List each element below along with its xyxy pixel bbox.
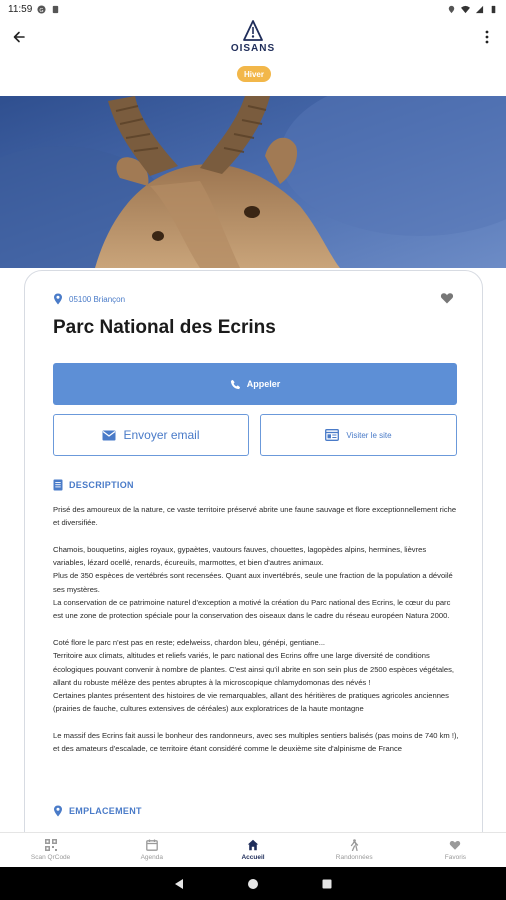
system-recents-icon[interactable]: [321, 878, 333, 890]
oisans-logo-mark: [243, 20, 263, 41]
mail-icon: [102, 430, 116, 440]
back-button[interactable]: [8, 26, 30, 48]
description-paragraph: Prisé des amoureux de la nature, ce vast…: [53, 505, 457, 528]
nav-item-agenda[interactable]: Agenda: [101, 833, 202, 867]
wifi-calling-icon: G: [37, 4, 46, 13]
status-bar: 11:59 G: [0, 0, 506, 18]
description-paragraph: Chamois, bouquetins, aigles royaux, gypa…: [53, 544, 427, 568]
description-paragraph: Le massif des Ecrins fait aussi le bonhe…: [53, 731, 459, 754]
nav-label: Accueil: [241, 854, 265, 861]
hiker-icon: [351, 839, 359, 851]
nav-item-scan-qrcode[interactable]: Scan QrCode: [0, 833, 101, 867]
visit-website-label: Visiter le site: [346, 430, 392, 440]
wifi-icon: [461, 5, 470, 13]
location-section-header: EMPLACEMENT: [53, 805, 142, 817]
status-time: 11:59: [8, 3, 33, 15]
arrow-left-icon: [13, 31, 25, 43]
call-button-label: Appeler: [246, 379, 281, 389]
favorite-heart-icon[interactable]: [440, 291, 454, 305]
hero-image: [0, 96, 506, 268]
map-pin-icon: [54, 293, 62, 305]
qrcode-icon: [44, 839, 57, 851]
home-icon: [247, 839, 259, 851]
nav-item-accueil[interactable]: Accueil: [202, 833, 303, 867]
signal-icon: [475, 5, 484, 13]
more-options-button[interactable]: [476, 26, 498, 48]
call-button[interactable]: Appeler: [53, 363, 457, 405]
place-detail-card: 05100 Briançon Parc National des Ecrins …: [24, 270, 483, 890]
system-back-icon[interactable]: [173, 878, 185, 890]
system-home-icon[interactable]: [247, 878, 259, 890]
description-title: DESCRIPTION: [69, 480, 134, 490]
more-vertical-icon: [485, 30, 489, 44]
location-title: EMPLACEMENT: [69, 806, 142, 816]
location-status-icon: [448, 5, 455, 13]
nav-label: Randonnées: [335, 854, 373, 861]
season-badge: Hiver: [237, 66, 271, 82]
heart-icon: [450, 840, 461, 850]
sim-icon: [53, 5, 59, 13]
place-title: Parc National des Ecrins: [53, 317, 276, 338]
nav-label: Favoris: [444, 854, 467, 861]
svg-text:G: G: [40, 7, 44, 13]
bottom-navigation: Scan QrCode Agenda Accueil Randonnées Fa…: [0, 832, 506, 867]
map-pin-icon: [54, 805, 62, 817]
description-section-header: DESCRIPTION: [53, 479, 134, 491]
nav-label: Agenda: [140, 854, 164, 861]
description-paragraph: Certaines plantes présentent des histoir…: [53, 691, 449, 714]
description-paragraph: Plus de 350 espèces de vertébrés sont re…: [53, 571, 453, 594]
phone-icon: [230, 379, 240, 389]
description-text: Prisé des amoureux de la nature, ce vast…: [53, 503, 459, 756]
location-row: 05100 Briançon: [53, 293, 125, 305]
nav-item-randonnees[interactable]: Randonnées: [304, 833, 405, 867]
nav-label: Scan QrCode: [30, 854, 71, 861]
top-app-bar: OISANS: [0, 18, 506, 58]
calendar-icon: [145, 839, 158, 851]
logo-text: OISANS: [230, 43, 276, 54]
description-paragraph: Coté flore le parc n'est pas en reste; e…: [53, 637, 326, 647]
send-email-button[interactable]: Envoyer email: [53, 414, 249, 456]
send-email-label: Envoyer email: [123, 428, 200, 442]
visit-website-button[interactable]: Visiter le site: [260, 414, 457, 456]
web-page-icon: [325, 429, 340, 441]
system-navigation-bar: [0, 867, 506, 900]
nav-item-favoris[interactable]: Favoris: [405, 833, 506, 867]
ibex-photo: [0, 96, 506, 268]
oisans-logo: OISANS: [228, 20, 278, 58]
description-paragraph: La conservation de ce patrimoine naturel…: [53, 598, 451, 621]
battery-icon: [491, 5, 496, 13]
document-icon: [53, 479, 63, 491]
description-paragraph: Territoire aux climats, altitudes et rel…: [53, 651, 454, 687]
location-text: 05100 Briançon: [69, 294, 126, 304]
